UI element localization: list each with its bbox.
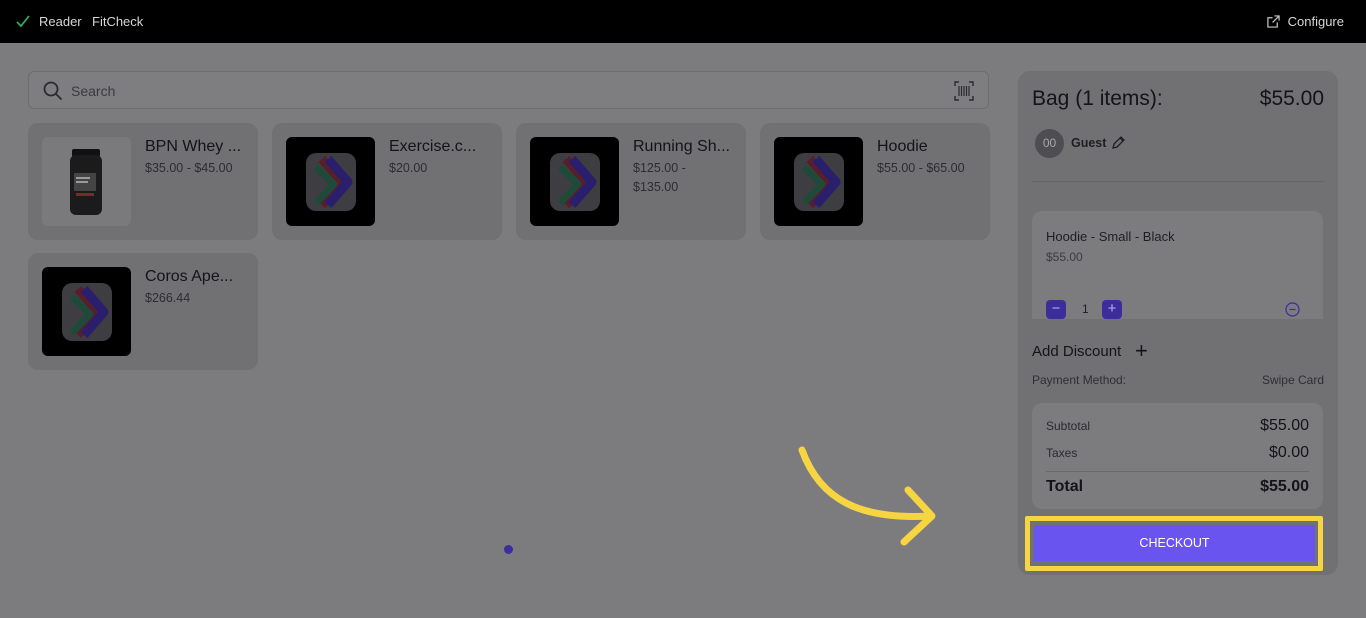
product-card[interactable]: Running Sh... $125.00 - $135.00 [516,123,746,240]
product-name: BPN Whey ... [145,138,242,155]
pointer-arrow-icon [798,446,936,546]
product-name: Exercise.c... [389,138,477,155]
store-name: FitCheck [92,14,144,29]
subtotal-value: $55.00 [1260,417,1309,434]
search-icon [43,81,63,101]
add-discount-label[interactable]: Add Discount [1032,343,1121,360]
product-card[interactable]: Hoodie $55.00 - $65.00 [760,123,990,240]
product-name: Running Sh... [633,138,730,155]
payment-method-value[interactable]: Swipe Card [1262,373,1324,387]
product-image [530,137,619,226]
line-item-price: $55.00 [1046,250,1083,264]
edit-pencil-icon[interactable] [1111,135,1126,150]
order-summary: Subtotal $55.00 Taxes $0.00 Total $55.00 [1032,403,1323,509]
brand-logo-icon [306,153,356,211]
search-bar[interactable]: Search [28,71,989,109]
product-image [42,137,131,226]
bag-title: Bag (1 items): [1032,87,1163,110]
product-card[interactable]: Coros Ape... $266.44 [28,253,258,370]
add-discount-plus-icon[interactable]: + [1135,340,1148,362]
line-item-name: Hoodie - Small - Black [1046,229,1175,244]
product-price: $35.00 - $45.00 [145,161,233,175]
product-price: $55.00 - $65.00 [877,161,965,175]
brand-logo-icon [550,153,600,211]
total-value: $55.00 [1260,478,1309,495]
subtotal-row: Subtotal $55.00 [1046,417,1309,435]
product-price: $125.00 - $135.00 [633,161,686,194]
external-link-icon [1266,15,1280,28]
brand-logo-icon [794,153,844,211]
barcode-scan-icon[interactable] [954,81,974,101]
payment-method-label: Payment Method: [1032,373,1127,387]
avatar: 00 [1035,129,1064,158]
quantity-value: 1 [1082,302,1089,316]
product-card[interactable]: BPN Whey ... $35.00 - $45.00 [28,123,258,240]
top-bar: Reader FitCheck Configure [0,0,1366,43]
taxes-label: Taxes [1046,446,1078,460]
divider [1032,181,1324,182]
product-image [286,137,375,226]
subtotal-label: Subtotal [1046,419,1091,433]
product-price: $20.00 [389,161,428,175]
divider [1046,471,1309,472]
bag-line-item: Hoodie - Small - Black $55.00 − 1 + [1032,211,1323,319]
check-icon [16,15,30,28]
configure-label: Configure [1287,14,1344,29]
increase-qty-button[interactable]: + [1102,300,1122,319]
loading-indicator [504,545,513,554]
product-name: Hoodie [877,138,928,155]
reader-status: Reader [39,14,82,29]
brand-logo-icon [62,283,112,341]
product-price: $266.44 [145,291,191,305]
product-card[interactable]: Exercise.c... $20.00 [272,123,502,240]
product-image [42,267,131,356]
remove-item-icon[interactable] [1285,302,1300,317]
decrease-qty-button[interactable]: − [1046,300,1066,319]
total-row: Total $55.00 [1046,478,1309,496]
customer-name: Guest [1071,136,1107,150]
protein-tub-icon [70,149,102,215]
taxes-row: Taxes $0.00 [1046,444,1309,462]
configure-link[interactable]: Configure [1266,14,1344,29]
product-image [774,137,863,226]
taxes-value: $0.00 [1268,444,1309,461]
bag-panel: Bag (1 items): $55.00 00 Guest Hoodie - … [1018,71,1338,575]
search-input[interactable]: Search [71,83,115,99]
bag-total: $55.00 [1259,87,1324,110]
checkout-button[interactable]: CHECKOUT [1034,525,1315,561]
product-name: Coros Ape... [145,268,234,285]
total-label: Total [1046,478,1084,495]
